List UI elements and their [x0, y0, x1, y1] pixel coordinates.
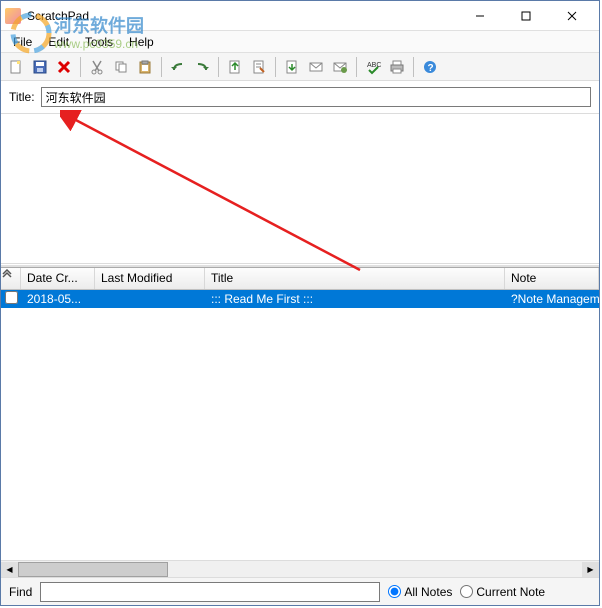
print-button[interactable] — [386, 56, 408, 78]
row-checkbox[interactable] — [5, 291, 18, 304]
toolbar-separator — [413, 57, 414, 77]
minimize-button[interactable] — [457, 2, 503, 30]
horizontal-scrollbar[interactable]: ◀ ▶ — [1, 560, 599, 577]
menu-edit[interactable]: Edit — [40, 33, 77, 51]
maximize-button[interactable] — [503, 2, 549, 30]
table-row[interactable]: 2018-05... ::: Read Me First ::: ?Note M… — [1, 290, 599, 308]
delete-button[interactable] — [53, 56, 75, 78]
redo-button[interactable] — [191, 56, 213, 78]
col-date-created[interactable]: Date Cr... — [21, 268, 95, 289]
title-row: Title: — [1, 81, 599, 114]
col-note[interactable]: Note — [505, 268, 599, 289]
help-button[interactable]: ? — [419, 56, 441, 78]
edit-note-button[interactable] — [248, 56, 270, 78]
menu-file[interactable]: File — [5, 33, 40, 51]
export-button[interactable] — [281, 56, 303, 78]
toolbar-separator — [80, 57, 81, 77]
cell-modified — [95, 298, 205, 300]
toolbar-separator — [161, 57, 162, 77]
cell-note: ?Note Management.?F — [505, 291, 599, 307]
filter-current-note[interactable]: Current Note — [460, 585, 545, 599]
findbar: Find All Notes Current Note — [1, 577, 599, 605]
menubar: File Edit Tools Help — [1, 31, 599, 53]
window-title: ScratchPad — [27, 9, 457, 23]
find-input[interactable] — [40, 582, 380, 602]
list-body: 2018-05... ::: Read Me First ::: ?Note M… — [1, 290, 599, 560]
toolbar-separator — [356, 57, 357, 77]
col-title[interactable]: Title — [205, 268, 505, 289]
filter-all-notes[interactable]: All Notes — [388, 585, 452, 599]
notes-list: Date Cr... Last Modified Title Note 2018… — [1, 268, 599, 577]
cut-button[interactable] — [86, 56, 108, 78]
attach-button[interactable] — [329, 56, 351, 78]
cell-date: 2018-05... — [21, 291, 95, 307]
note-editor[interactable] — [1, 114, 599, 264]
title-input[interactable] — [41, 87, 591, 107]
new-button[interactable] — [5, 56, 27, 78]
find-label: Find — [9, 585, 32, 599]
scroll-track[interactable] — [18, 562, 582, 577]
scroll-left-arrow[interactable]: ◀ — [1, 562, 18, 577]
title-label: Title: — [9, 90, 35, 104]
copy-button[interactable] — [110, 56, 132, 78]
cell-title: ::: Read Me First ::: — [205, 291, 505, 307]
undo-button[interactable] — [167, 56, 189, 78]
mail-button[interactable] — [305, 56, 327, 78]
radio-all-notes[interactable] — [388, 585, 401, 598]
menu-tools[interactable]: Tools — [77, 33, 121, 51]
expand-header[interactable] — [1, 268, 21, 289]
toolbar: ABC ? — [1, 53, 599, 81]
paste-button[interactable] — [134, 56, 156, 78]
scroll-right-arrow[interactable]: ▶ — [582, 562, 599, 577]
app-window: ScratchPad File Edit Tools Help ABC ? — [0, 0, 600, 606]
app-icon — [5, 8, 21, 24]
menu-help[interactable]: Help — [121, 33, 162, 51]
insert-button[interactable] — [224, 56, 246, 78]
radio-current-note[interactable] — [460, 585, 473, 598]
close-button[interactable] — [549, 2, 595, 30]
column-headers: Date Cr... Last Modified Title Note — [1, 268, 599, 290]
svg-text:?: ? — [428, 63, 434, 74]
toolbar-separator — [218, 57, 219, 77]
col-last-modified[interactable]: Last Modified — [95, 268, 205, 289]
titlebar: ScratchPad — [1, 1, 599, 31]
row-checkbox-cell — [1, 291, 21, 307]
svg-text:ABC: ABC — [367, 62, 381, 69]
toolbar-separator — [275, 57, 276, 77]
scroll-thumb[interactable] — [18, 562, 168, 577]
spellcheck-button[interactable]: ABC — [362, 56, 384, 78]
save-button[interactable] — [29, 56, 51, 78]
